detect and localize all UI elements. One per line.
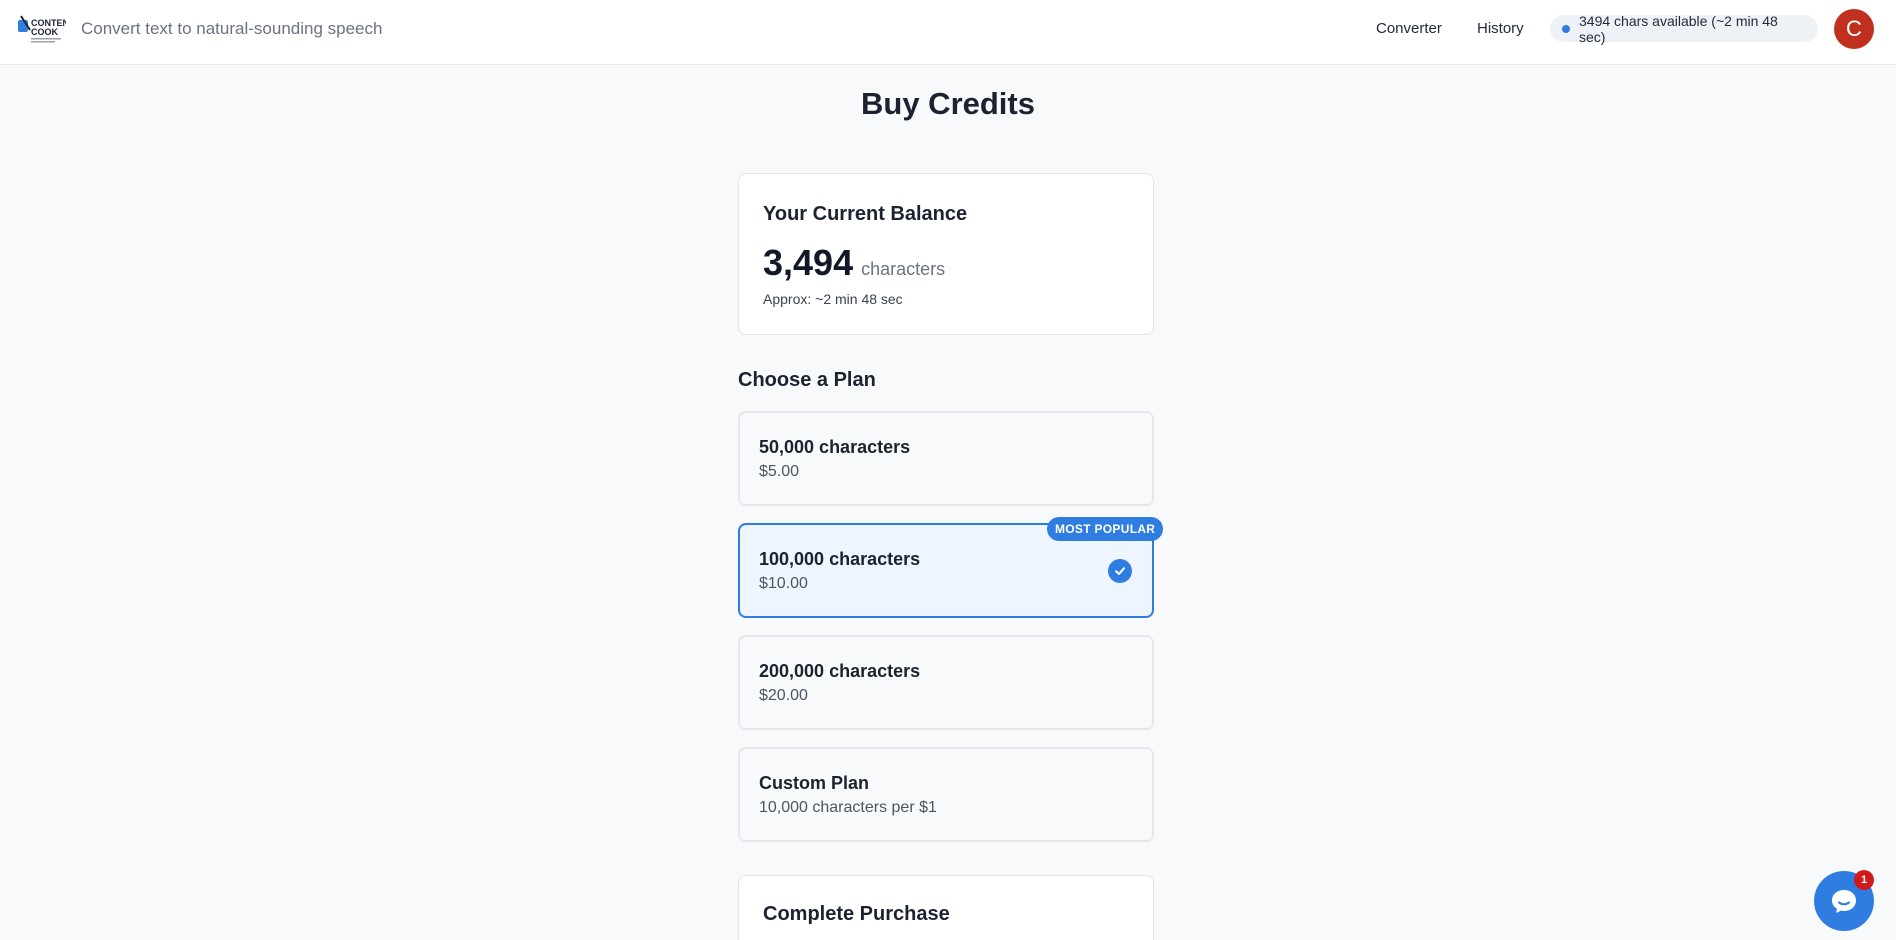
complete-purchase-heading: Complete Purchase [763,903,950,925]
balance-heading: Your Current Balance [763,203,968,225]
plan-name: 200,000 characters [759,661,921,681]
plan-price: $20.00 [759,687,808,704]
chat-bubble-icon [1832,890,1856,913]
content-cook-logo[interactable]: CONTENT COOK [18,14,75,46]
plan-name: 50,000 characters [759,437,911,457]
app-tagline: Convert text to natural-sounding speech [81,19,383,38]
chat-unread-badge: 1 [1854,870,1874,890]
plan-name: 100,000 characters [759,549,921,569]
user-avatar[interactable]: C [1834,9,1874,49]
selected-check-icon [1108,559,1132,583]
plan-name: Custom Plan [759,773,870,793]
app-header: CONTENT COOK Convert text to natural-sou… [0,0,1896,65]
plan-price: $5.00 [759,463,800,480]
nav-history[interactable]: History [1477,20,1524,37]
plan-option-50k[interactable]: 50,000 characters $5.00 [738,411,1154,506]
most-popular-badge: MOST POPULAR [1047,517,1164,541]
complete-purchase-card: Complete Purchase [738,875,1154,940]
page-title: Buy Credits [861,86,1035,121]
balance-value: 3,494 [763,242,854,283]
plan-option-200k[interactable]: 200,000 characters $20.00 [738,635,1154,730]
plan-price: 10,000 characters per $1 [759,799,937,816]
credits-status-pill: 3494 chars available (~2 min 48 sec) [1550,12,1818,45]
choose-plan-heading: Choose a Plan [738,369,876,391]
nav-converter[interactable]: Converter [1376,20,1442,37]
balance-value-row: 3,494 characters [763,242,945,284]
plan-price: $10.00 [759,575,808,592]
status-dot-icon [1562,24,1570,33]
balance-unit: characters [861,259,946,279]
svg-text:COOK: COOK [31,27,59,37]
plan-option-custom[interactable]: Custom Plan 10,000 characters per $1 [738,747,1154,842]
current-balance-card: Your Current Balance 3,494 characters Ap… [738,173,1154,335]
credits-status-text: 3494 chars available (~2 min 48 sec) [1579,12,1778,45]
balance-approx-duration: Approx: ~2 min 48 sec [763,291,903,307]
